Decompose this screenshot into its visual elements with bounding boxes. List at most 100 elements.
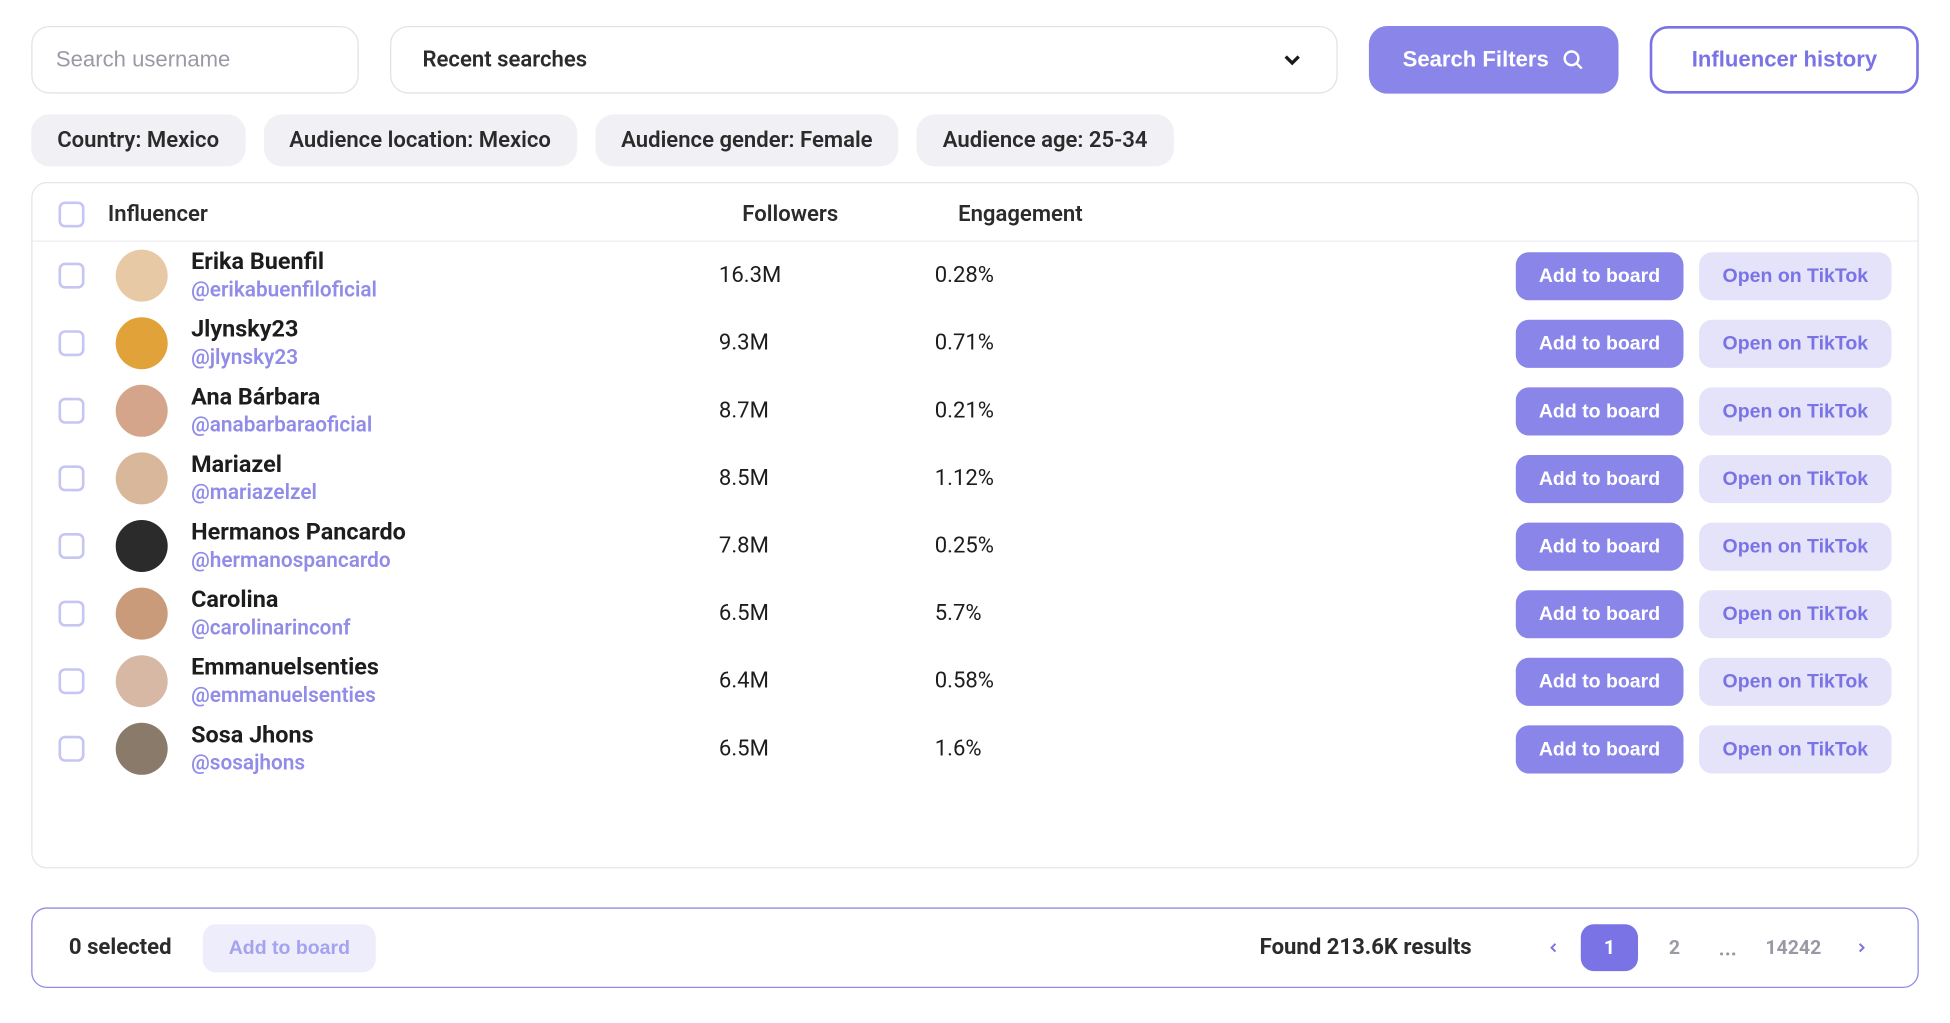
add-to-board-button[interactable]: Add to board bbox=[1515, 454, 1683, 502]
handle: @anabarbaraoficial bbox=[191, 412, 719, 437]
row-checkbox[interactable] bbox=[58, 533, 84, 559]
row-checkbox[interactable] bbox=[58, 263, 84, 289]
open-on-tiktok-button[interactable]: Open on TikTok bbox=[1699, 252, 1891, 300]
avatar bbox=[116, 317, 168, 369]
page-ellipsis: ... bbox=[1711, 935, 1745, 960]
engagement-value: 0.58% bbox=[935, 668, 1325, 694]
footer-add-to-board-button[interactable]: Add to board bbox=[203, 924, 376, 972]
recent-searches-dropdown[interactable]: Recent searches bbox=[390, 26, 1338, 94]
add-to-board-button[interactable]: Add to board bbox=[1515, 657, 1683, 705]
influencer-cell[interactable]: Jlynsky23 @jlynsky23 bbox=[191, 317, 719, 369]
influencer-cell[interactable]: Carolina @carolinarinconf bbox=[191, 588, 719, 640]
display-name: Erika Buenfil bbox=[191, 250, 719, 277]
influencer-cell[interactable]: Erika Buenfil @erikabuenfiloficial bbox=[191, 250, 719, 302]
display-name: Ana Bárbara bbox=[191, 385, 719, 412]
page-number-current[interactable]: 1 bbox=[1581, 924, 1638, 971]
select-all-checkbox[interactable] bbox=[58, 202, 84, 228]
avatar bbox=[116, 452, 168, 504]
filter-chip[interactable]: Audience age: 25-34 bbox=[917, 114, 1174, 166]
page-prev-button[interactable] bbox=[1534, 928, 1573, 967]
followers-value: 7.8M bbox=[719, 533, 935, 559]
filter-chip[interactable]: Country: Mexico bbox=[31, 114, 245, 166]
handle: @hermanospancardo bbox=[191, 547, 719, 572]
table-header: Influencer Followers Engagement bbox=[33, 183, 1918, 242]
add-to-board-button[interactable]: Add to board bbox=[1515, 319, 1683, 367]
page-number-next[interactable]: 2 bbox=[1646, 924, 1703, 971]
followers-value: 6.5M bbox=[719, 736, 935, 762]
engagement-value: 0.28% bbox=[935, 263, 1325, 289]
chevron-down-icon bbox=[1279, 47, 1305, 73]
search-filters-label: Search Filters bbox=[1403, 47, 1549, 73]
open-on-tiktok-button[interactable]: Open on TikTok bbox=[1699, 387, 1891, 435]
engagement-value: 1.12% bbox=[935, 465, 1325, 491]
row-checkbox[interactable] bbox=[58, 398, 84, 424]
followers-value: 9.3M bbox=[719, 330, 935, 356]
influencer-history-button[interactable]: Influencer history bbox=[1650, 26, 1919, 94]
open-on-tiktok-button[interactable]: Open on TikTok bbox=[1699, 657, 1891, 705]
page-number-last[interactable]: 14242 bbox=[1752, 924, 1834, 971]
display-name: Emmanuelsenties bbox=[191, 655, 719, 682]
row-checkbox[interactable] bbox=[58, 465, 84, 491]
open-on-tiktok-button[interactable]: Open on TikTok bbox=[1699, 590, 1891, 638]
recent-searches-label: Recent searches bbox=[422, 47, 587, 73]
chevron-left-icon bbox=[1546, 940, 1562, 956]
results-table: Influencer Followers Engagement Erika Bu… bbox=[31, 182, 1919, 868]
open-on-tiktok-button[interactable]: Open on TikTok bbox=[1699, 522, 1891, 570]
handle: @jlynsky23 bbox=[191, 344, 719, 369]
avatar bbox=[116, 655, 168, 707]
table-row: Sosa Jhons @sosajhons 6.5M 1.6% Add to b… bbox=[33, 715, 1918, 783]
column-header-engagement: Engagement bbox=[958, 202, 1348, 228]
display-name: Sosa Jhons bbox=[191, 723, 719, 750]
paginator: 1 2 ... 14242 bbox=[1534, 924, 1881, 971]
influencer-cell[interactable]: Ana Bárbara @anabarbaraoficial bbox=[191, 385, 719, 437]
add-to-board-button[interactable]: Add to board bbox=[1515, 725, 1683, 773]
filter-chip[interactable]: Audience gender: Female bbox=[595, 114, 898, 166]
table-row: Hermanos Pancardo @hermanospancardo 7.8M… bbox=[33, 512, 1918, 580]
open-on-tiktok-button[interactable]: Open on TikTok bbox=[1699, 454, 1891, 502]
followers-value: 6.4M bbox=[719, 668, 935, 694]
add-to-board-button[interactable]: Add to board bbox=[1515, 522, 1683, 570]
table-row: Ana Bárbara @anabarbaraoficial 8.7M 0.21… bbox=[33, 377, 1918, 445]
table-row: Carolina @carolinarinconf 6.5M 5.7% Add … bbox=[33, 580, 1918, 648]
display-name: Carolina bbox=[191, 588, 719, 615]
handle: @mariazelzel bbox=[191, 479, 719, 504]
influencer-cell[interactable]: Emmanuelsenties @emmanuelsenties bbox=[191, 655, 719, 707]
handle: @sosajhons bbox=[191, 750, 719, 775]
row-checkbox[interactable] bbox=[58, 330, 84, 356]
add-to-board-button[interactable]: Add to board bbox=[1515, 387, 1683, 435]
influencer-cell[interactable]: Hermanos Pancardo @hermanospancardo bbox=[191, 520, 719, 572]
filter-chip[interactable]: Audience location: Mexico bbox=[263, 114, 577, 166]
add-to-board-button[interactable]: Add to board bbox=[1515, 252, 1683, 300]
filter-search-icon bbox=[1562, 48, 1585, 71]
avatar bbox=[116, 520, 168, 572]
influencer-cell[interactable]: Mariazel @mariazelzel bbox=[191, 452, 719, 504]
results-count: Found 213.6K results bbox=[1260, 935, 1472, 961]
open-on-tiktok-button[interactable]: Open on TikTok bbox=[1699, 319, 1891, 367]
row-checkbox[interactable] bbox=[58, 601, 84, 627]
search-filters-button[interactable]: Search Filters bbox=[1369, 26, 1619, 94]
influencer-cell[interactable]: Sosa Jhons @sosajhons bbox=[191, 723, 719, 775]
display-name: Jlynsky23 bbox=[191, 317, 719, 344]
search-input[interactable] bbox=[56, 47, 343, 73]
avatar bbox=[116, 250, 168, 302]
table-row: Emmanuelsenties @emmanuelsenties 6.4M 0.… bbox=[33, 647, 1918, 715]
add-to-board-button[interactable]: Add to board bbox=[1515, 590, 1683, 638]
footer-bar: 0 selected Add to board Found 213.6K res… bbox=[31, 907, 1919, 988]
display-name: Hermanos Pancardo bbox=[191, 520, 719, 547]
column-header-followers: Followers bbox=[742, 202, 958, 228]
handle: @carolinarinconf bbox=[191, 615, 719, 640]
row-checkbox[interactable] bbox=[58, 736, 84, 762]
row-checkbox[interactable] bbox=[58, 668, 84, 694]
avatar bbox=[116, 588, 168, 640]
engagement-value: 1.6% bbox=[935, 736, 1325, 762]
open-on-tiktok-button[interactable]: Open on TikTok bbox=[1699, 725, 1891, 773]
search-username-field[interactable] bbox=[31, 26, 359, 94]
avatar bbox=[116, 723, 168, 775]
table-row: Erika Buenfil @erikabuenfiloficial 16.3M… bbox=[33, 242, 1918, 310]
engagement-value: 0.25% bbox=[935, 533, 1325, 559]
handle: @emmanuelsenties bbox=[191, 682, 719, 707]
followers-value: 8.5M bbox=[719, 465, 935, 491]
followers-value: 8.7M bbox=[719, 398, 935, 424]
display-name: Mariazel bbox=[191, 452, 719, 479]
page-next-button[interactable] bbox=[1842, 928, 1881, 967]
